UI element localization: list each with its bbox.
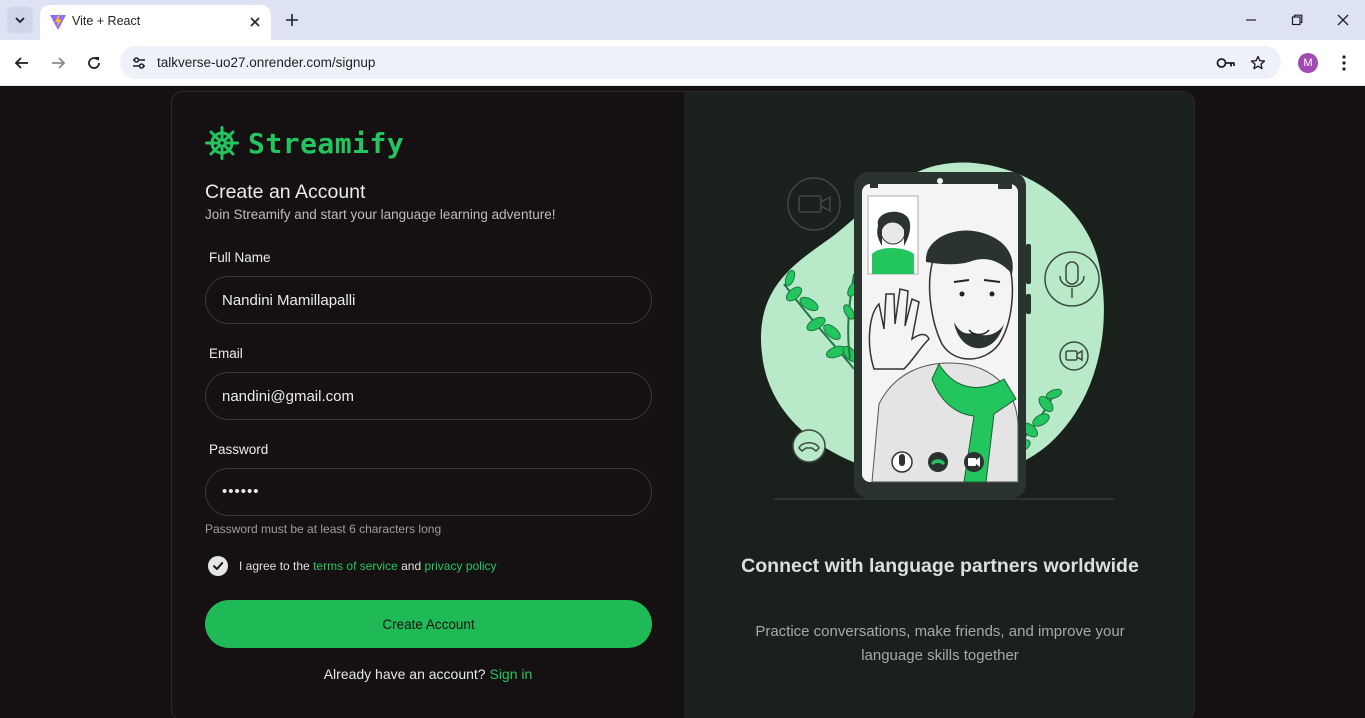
plus-icon — [286, 14, 298, 26]
full-name-input[interactable]: Nandini Mamillapalli — [205, 276, 652, 324]
minimize-button[interactable] — [1239, 8, 1263, 32]
brand-name: Streamify — [248, 126, 405, 160]
address-bar[interactable]: talkverse-uo27.onrender.com/signup — [120, 46, 1281, 79]
site-info-button[interactable] — [127, 51, 151, 75]
new-tab-button[interactable] — [280, 8, 304, 32]
close-icon — [250, 17, 260, 27]
password-value: •••••• — [222, 483, 260, 500]
terms-checkbox[interactable] — [208, 556, 228, 576]
tab-search-button[interactable] — [7, 7, 33, 33]
privacy-policy-link[interactable]: privacy policy — [424, 559, 496, 573]
minimize-icon — [1246, 19, 1256, 21]
brand-logo: Streamify — [205, 126, 404, 160]
password-manager-button[interactable] — [1214, 51, 1238, 75]
back-button[interactable] — [10, 51, 34, 75]
terms-text: I agree to the terms of service and priv… — [239, 559, 497, 573]
reload-icon — [88, 57, 100, 69]
signin-link[interactable]: Sign in — [489, 666, 532, 682]
bookmark-button[interactable] — [1246, 51, 1270, 75]
video-outline-icon — [787, 177, 841, 231]
tab-title: Vite + React — [72, 14, 141, 28]
promo-panel: Connect with language partners worldwide… — [684, 92, 1194, 718]
ship-wheel-icon — [205, 126, 239, 160]
restore-button[interactable] — [1285, 8, 1309, 32]
chevron-down-icon — [15, 17, 25, 24]
forward-button[interactable] — [46, 51, 70, 75]
password-label: Password — [209, 442, 269, 457]
close-window-button[interactable] — [1331, 8, 1355, 32]
promo-title: Connect with language partners worldwide — [741, 555, 1139, 577]
email-value: nandini@gmail.com — [222, 388, 354, 405]
password-input[interactable]: •••••• — [205, 468, 652, 516]
close-tab-button[interactable] — [245, 12, 265, 32]
promo-text: Practice conversations, make friends, an… — [755, 623, 1125, 664]
arrow-left-icon — [14, 57, 28, 69]
tune-icon — [133, 57, 145, 69]
signin-row: Already have an account? Sign in — [172, 666, 684, 682]
restore-icon — [1291, 14, 1303, 26]
check-icon — [213, 562, 224, 570]
url-text[interactable]: talkverse-uo27.onrender.com/signup — [157, 55, 375, 70]
phone-outline-icon — [792, 429, 826, 463]
more-vert-icon — [1342, 55, 1346, 71]
full-name-value: Nandini Mamillapalli — [222, 292, 356, 309]
signup-form-panel: Streamify Create an Account Join Streami… — [172, 92, 684, 718]
profile-avatar[interactable]: M — [1298, 53, 1318, 73]
star-icon — [1250, 55, 1266, 70]
email-input[interactable]: nandini@gmail.com — [205, 372, 652, 420]
smartphone-icon — [854, 172, 1031, 498]
full-name-label: Full Name — [209, 250, 271, 265]
reload-button[interactable] — [82, 51, 106, 75]
key-icon — [1216, 58, 1235, 68]
browser-menu-button[interactable] — [1334, 51, 1354, 75]
camera-small-icon — [1059, 341, 1089, 371]
video-call-illustration — [760, 162, 1114, 500]
password-hint: Password must be at least 6 characters l… — [205, 522, 442, 536]
close-icon — [1337, 14, 1349, 26]
arrow-right-icon — [52, 57, 66, 69]
browser-tab-bar: Vite + React — [0, 0, 1365, 40]
signup-card: Streamify Create an Account Join Streami… — [171, 91, 1195, 718]
browser-tab[interactable]: Vite + React — [40, 5, 271, 40]
browser-toolbar: talkverse-uo27.onrender.com/signup M — [0, 40, 1365, 86]
terms-and: and — [401, 559, 422, 573]
vite-logo-icon — [50, 14, 66, 30]
terms-of-service-link[interactable]: terms of service — [313, 559, 398, 573]
page-subtitle: Join Streamify and start your language l… — [205, 207, 556, 222]
page-title: Create an Account — [205, 181, 366, 203]
email-label: Email — [209, 346, 243, 361]
terms-prefix: I agree to the — [239, 559, 310, 573]
create-account-button[interactable]: Create Account — [205, 600, 652, 648]
signin-prompt: Already have an account? — [323, 666, 486, 682]
terms-agreement: I agree to the terms of service and priv… — [208, 556, 497, 576]
